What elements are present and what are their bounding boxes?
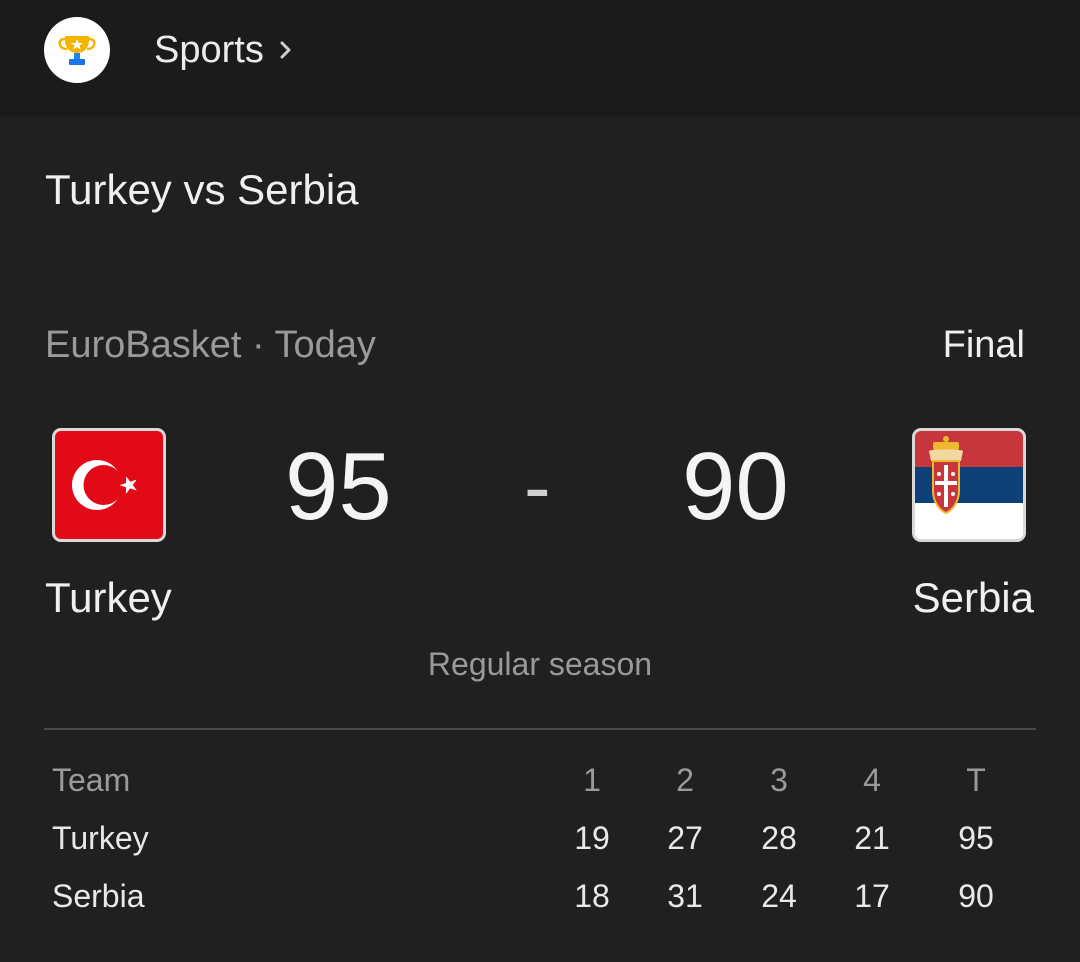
box-score-table: Team 1 2 3 4 T Turkey 19 27 28 21 95 Ser… — [52, 756, 1012, 930]
table-row: Serbia 18 31 24 17 90 — [52, 872, 1012, 930]
divider — [44, 728, 1036, 730]
header-team: Team — [52, 762, 131, 798]
away-team-name[interactable]: Serbia — [913, 574, 1034, 622]
top-bar: Sports — [0, 0, 1080, 116]
row-total: 95 — [958, 820, 994, 856]
score-separator: - — [524, 442, 551, 531]
match-title: Turkey vs Serbia — [45, 166, 359, 213]
row-team: Serbia — [52, 878, 145, 914]
season-stage: Regular season — [427, 646, 653, 682]
header-q2: 2 — [676, 762, 694, 798]
serbia-flag-icon[interactable] — [912, 428, 1026, 542]
header-total: T — [966, 762, 986, 798]
turkey-flag-icon[interactable] — [52, 428, 166, 542]
row-q3: 24 — [761, 878, 797, 914]
box-score-header: Team 1 2 3 4 T — [52, 756, 1012, 814]
chevron-right-icon — [280, 41, 291, 59]
away-score: 90 — [682, 433, 789, 540]
row-total: 90 — [958, 878, 994, 914]
header-q4: 4 — [863, 762, 881, 798]
match-status: Final — [942, 324, 1025, 366]
row-q2: 27 — [667, 820, 703, 856]
row-team: Turkey — [52, 820, 149, 856]
competition-label: EuroBasket · Today — [45, 324, 376, 366]
home-score: 95 — [285, 433, 392, 540]
header-q1: 1 — [583, 762, 601, 798]
match-card: Turkey vs Serbia EuroBasket · Today Fina… — [0, 116, 1080, 962]
row-q4: 17 — [854, 878, 890, 914]
row-q4: 21 — [854, 820, 890, 856]
row-q3: 28 — [761, 820, 797, 856]
header-q3: 3 — [770, 762, 788, 798]
sports-breadcrumb[interactable]: Sports — [154, 22, 294, 78]
trophy-icon[interactable] — [44, 17, 110, 83]
match-meta: EuroBasket · Today Final — [45, 324, 1025, 367]
row-q1: 18 — [574, 878, 610, 914]
table-row: Turkey 19 27 28 21 95 — [52, 814, 1012, 872]
home-team-name[interactable]: Turkey — [45, 574, 172, 622]
row-q1: 19 — [574, 820, 610, 856]
row-q2: 31 — [667, 878, 703, 914]
sports-label: Sports — [154, 28, 264, 71]
